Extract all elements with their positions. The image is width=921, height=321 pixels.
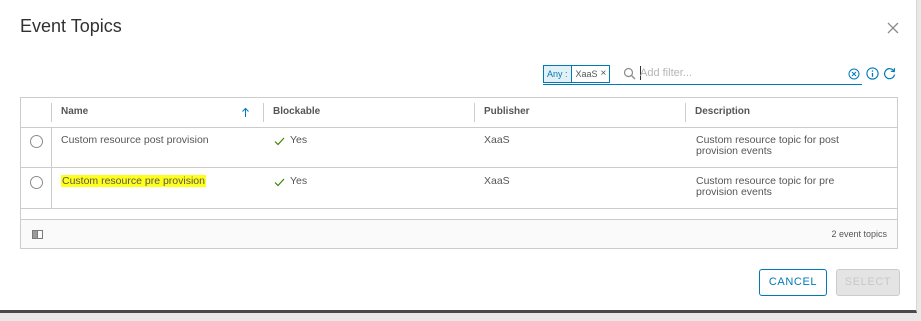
event-topics-dialog: Event Topics Any : XaaS × N (0, 0, 917, 313)
cell-description: Custom resource topic for pre provision … (696, 176, 834, 198)
column-header-label: Blockable (273, 106, 321, 117)
column-header-label: Publisher (484, 106, 530, 117)
cell-name: Custom resource pre provision (61, 175, 206, 187)
select-button[interactable]: SELECT (836, 269, 900, 296)
highlighted-text: Custom resource pre provision (61, 175, 206, 187)
column-header-label: Description (695, 106, 751, 117)
filter-bar: Any : XaaS × (543, 64, 862, 85)
row-count: 2 event topics (831, 229, 887, 239)
clear-filter-icon[interactable] (848, 68, 860, 80)
filter-input[interactable] (640, 65, 845, 81)
column-header-blockable[interactable]: Blockable (263, 103, 474, 122)
filter-chip-value: XaaS (571, 66, 600, 82)
check-icon (274, 137, 285, 146)
filter-chip[interactable]: Any : XaaS × (543, 65, 611, 83)
sort-ascending-icon[interactable] (241, 107, 250, 118)
cell-name: Custom resource post provision (61, 134, 209, 146)
row-divider (51, 168, 52, 208)
check-icon (274, 178, 285, 187)
table-row[interactable]: Custom resource post provision Yes XaaS … (21, 127, 897, 168)
cell-publisher: XaaS (484, 175, 510, 187)
dialog-title: Event Topics (20, 16, 122, 36)
description-line: provision events (696, 186, 772, 198)
column-toggle-icon[interactable] (32, 230, 43, 239)
search-icon (623, 67, 636, 80)
cell-publisher: XaaS (484, 134, 510, 146)
filter-chip-key: Any : (544, 66, 572, 82)
refresh-icon[interactable] (883, 67, 896, 80)
info-icon[interactable] (866, 67, 879, 80)
cell-blockable: Yes (290, 134, 308, 146)
column-header-publisher[interactable]: Publisher (474, 103, 685, 122)
cancel-button[interactable]: CANCEL (759, 269, 827, 296)
table-row[interactable]: Custom resource pre provision Yes XaaS C… (21, 168, 897, 209)
column-header-description[interactable]: Description (685, 103, 895, 122)
row-divider (51, 127, 52, 167)
close-icon[interactable] (885, 20, 901, 36)
grid-header: Name Blockable Publisher Description (21, 98, 897, 128)
column-header-label: Name (61, 106, 89, 117)
filter-chip-remove-icon[interactable]: × (600, 66, 610, 82)
description-line: provision events (696, 145, 772, 157)
row-select-radio[interactable] (30, 176, 43, 189)
grid-footer: 2 event topics (21, 219, 897, 248)
row-select-radio[interactable] (30, 135, 43, 148)
column-header-name[interactable]: Name (51, 103, 263, 122)
cell-blockable: Yes (290, 175, 308, 187)
event-topics-grid: Name Blockable Publisher Description Cus… (20, 97, 898, 249)
cell-description: Custom resource topic for post provision… (696, 135, 839, 157)
